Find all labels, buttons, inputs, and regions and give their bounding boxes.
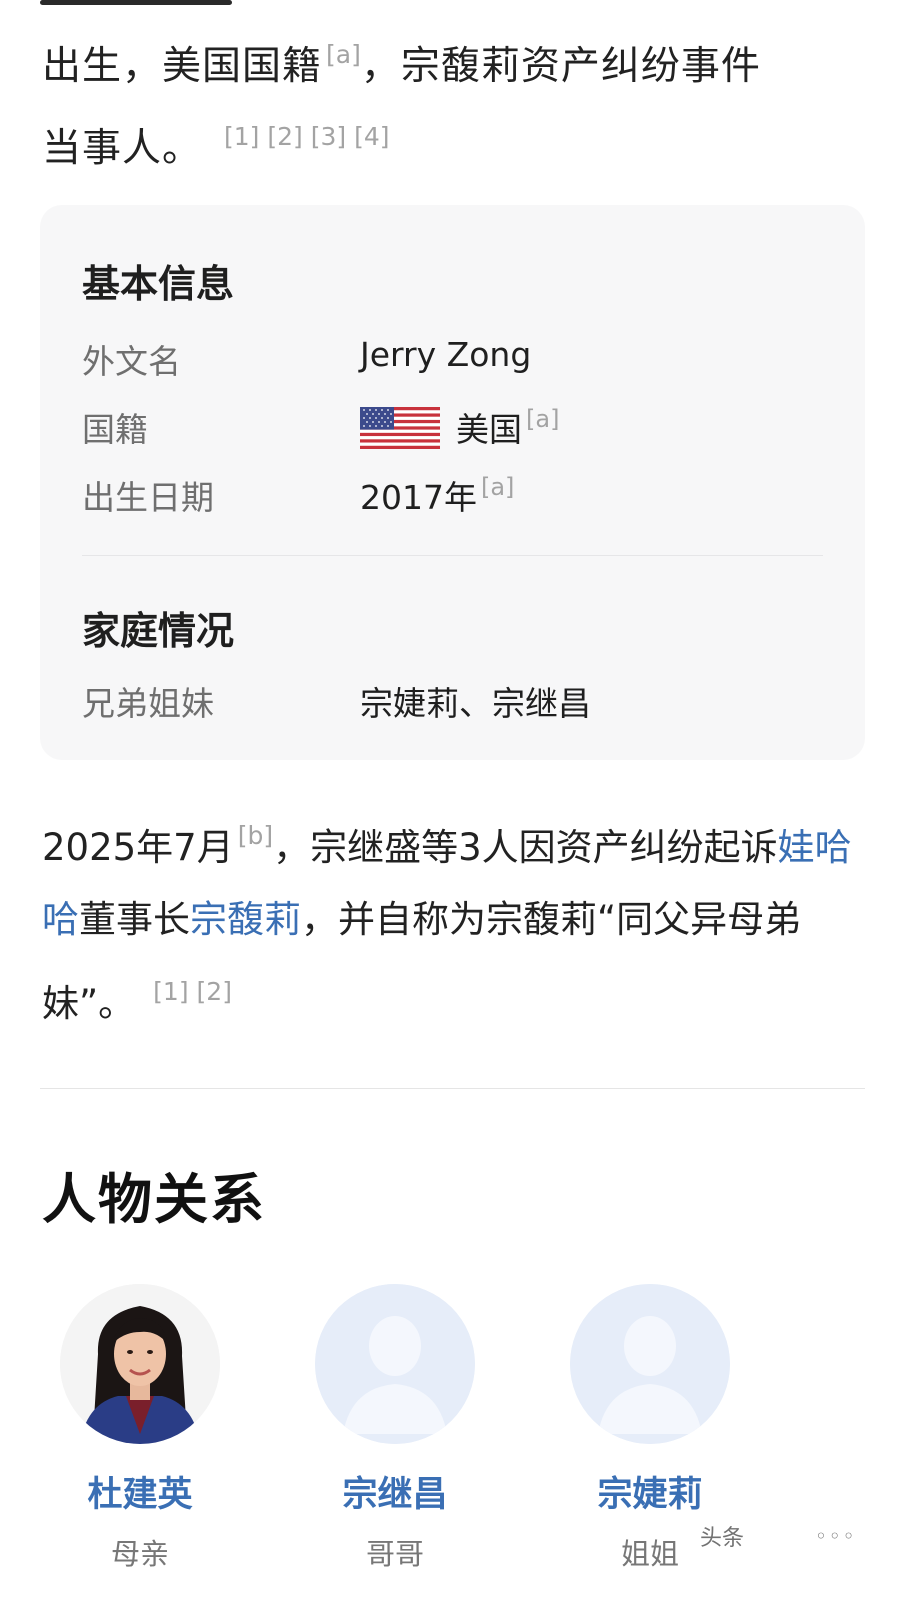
- birth-date-value: 2017年: [360, 478, 477, 517]
- para-text-2: 董事长: [79, 898, 190, 941]
- person-name-mother[interactable]: 杜建英: [60, 1466, 220, 1517]
- zong-fuli-link[interactable]: 宗馥莉: [190, 898, 301, 941]
- siblings-label: 兄弟姐妹: [82, 684, 214, 723]
- intro-line1-tail: ，宗馥莉资产纠纷事件: [360, 44, 761, 89]
- silhouette-icon: [315, 1284, 475, 1444]
- para-refs-link[interactable]: [1] [2]: [153, 977, 232, 1006]
- tab-indicator: [40, 0, 232, 5]
- relations-section-title: 人物关系: [42, 1168, 266, 1231]
- intro-refs-link[interactable]: [1] [2] [3] [4]: [224, 122, 390, 151]
- default-avatar-icon[interactable]: [570, 1284, 730, 1444]
- relation-card-mother[interactable]: 杜建英 母亲: [60, 1284, 220, 1573]
- photo-avatar[interactable]: [60, 1284, 220, 1444]
- watermark-dots: ◦◦◦: [815, 1524, 857, 1548]
- person-name-sister[interactable]: 宗婕莉: [570, 1466, 730, 1517]
- section-divider: [40, 1088, 865, 1089]
- para-text-1: ，宗继盛等3人因资产纠纷起诉: [273, 826, 778, 869]
- us-flag-icon: [360, 407, 440, 449]
- person-name-brother[interactable]: 宗继昌: [315, 1466, 475, 1517]
- para-date: 2025年7月: [42, 826, 234, 869]
- basic-info-heading: 基本信息: [82, 262, 235, 306]
- foreign-name-value: Jerry Zong: [360, 335, 532, 374]
- watermark-text: 头条: [700, 1526, 745, 1551]
- portrait-illustration: [60, 1284, 220, 1444]
- ref-a-link[interactable]: [a]: [326, 40, 361, 69]
- relation-card-brother[interactable]: 宗继昌 哥哥: [315, 1284, 475, 1573]
- infobox-card: 基本信息 外文名 Jerry Zong 国籍 美国 [a] 出生日期 2017年[…: [40, 205, 865, 760]
- birth-date-wrap: 2017年 [a]: [360, 471, 514, 519]
- intro-text: 出生，美国国籍 [a]，宗馥莉资产纠纷事件 当事人。 [1] [2] [3] [4]: [42, 20, 862, 184]
- intro-line1: 出生，美国国籍: [42, 44, 323, 89]
- family-heading: 家庭情况: [82, 609, 235, 653]
- siblings-value: 宗婕莉、宗继昌: [360, 684, 591, 723]
- event-paragraph: 2025年7月 [b]，宗继盛等3人因资产纠纷起诉娃哈哈董事长宗馥莉，并自称为宗馥…: [42, 800, 872, 1040]
- person-relation-mother: 母亲: [110, 1537, 169, 1571]
- infobox-divider: [82, 555, 823, 556]
- person-relation-brother: 哥哥: [365, 1537, 424, 1571]
- nationality-label: 国籍: [82, 410, 148, 449]
- intro-line2: 当事人。: [42, 126, 203, 171]
- silhouette-icon: [570, 1284, 730, 1444]
- birth-date-label: 出生日期: [82, 478, 214, 517]
- birth-date-ref-link[interactable]: [a]: [481, 473, 514, 501]
- foreign-name-label: 外文名: [82, 342, 181, 381]
- nationality-value-wrap: 美国 [a]: [360, 403, 559, 451]
- nationality-ref-link[interactable]: [a]: [526, 405, 559, 433]
- ref-b-link[interactable]: [b]: [238, 821, 273, 850]
- default-avatar-icon[interactable]: [315, 1284, 475, 1444]
- nationality-value: 美国: [456, 410, 522, 449]
